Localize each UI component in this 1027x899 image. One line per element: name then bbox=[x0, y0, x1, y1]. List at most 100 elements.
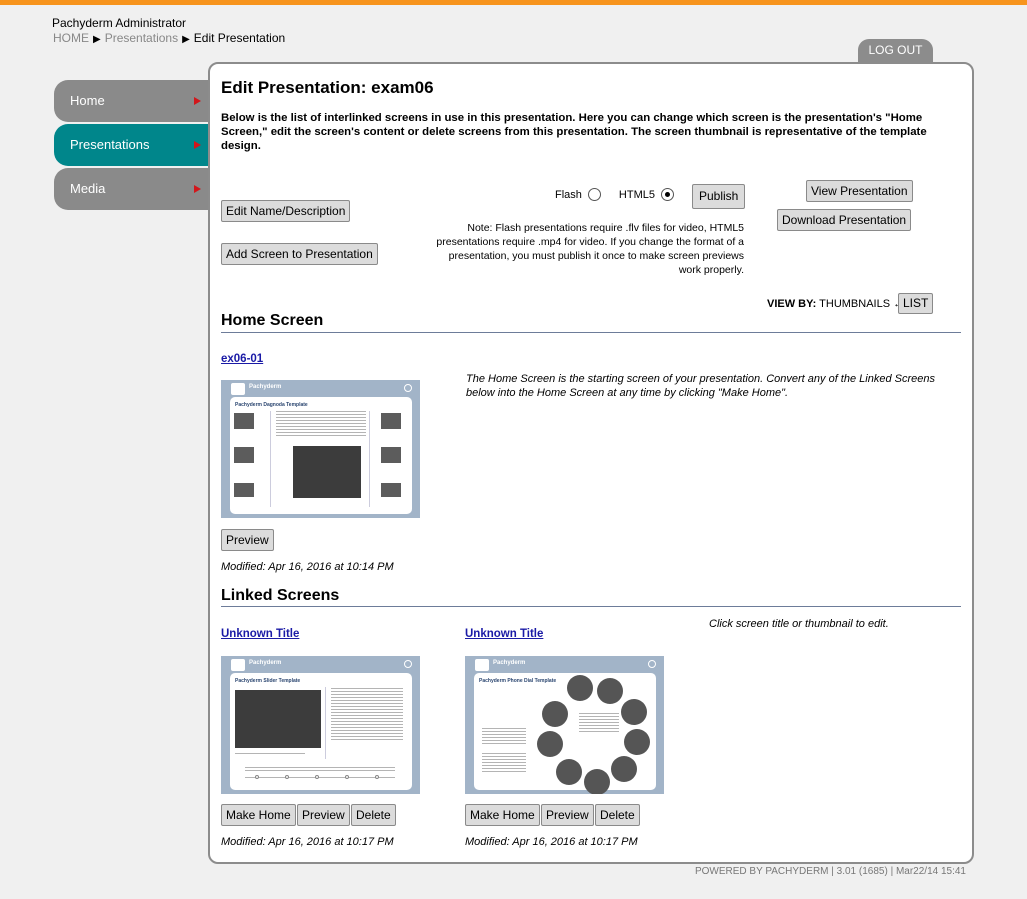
view-by-current: THUMBNAILS bbox=[819, 298, 891, 310]
linked-screen-thumbnail[interactable]: Pachyderm Pachyderm Phone Dial Template bbox=[465, 656, 664, 794]
slider-dot bbox=[375, 775, 379, 779]
thumbnail-image bbox=[381, 483, 401, 497]
divider bbox=[221, 332, 961, 333]
preview-button[interactable]: Preview bbox=[541, 804, 594, 826]
breadcrumb-current: Edit Presentation bbox=[193, 31, 286, 45]
download-presentation-button[interactable]: Download Presentation bbox=[777, 209, 912, 231]
thumbnail-card: Pachyderm Slider Template bbox=[230, 673, 412, 790]
html5-label: HTML5 bbox=[618, 188, 655, 201]
dial-image bbox=[621, 699, 647, 725]
view-by-toggle: VIEW BY: THUMBNAILS ↔ bbox=[767, 298, 904, 310]
view-by-label: VIEW BY: bbox=[767, 298, 817, 310]
thumbnail-image bbox=[234, 447, 254, 463]
sidebar-item-media[interactable]: Media bbox=[54, 168, 210, 210]
delete-button[interactable]: Delete bbox=[595, 804, 640, 826]
linked-screen-thumbnail[interactable]: Pachyderm Pachyderm Slider Template bbox=[221, 656, 420, 794]
thumbnail-divider bbox=[325, 687, 326, 759]
settings-icon bbox=[648, 660, 656, 668]
home-screen-thumbnail[interactable]: Pachyderm Pachyderm Dagnoda Template bbox=[221, 380, 420, 518]
publish-button[interactable]: Publish bbox=[692, 184, 746, 209]
home-screen-title-link[interactable]: ex06-01 bbox=[221, 353, 263, 365]
linked-screen-title-link[interactable]: Unknown Title bbox=[221, 628, 299, 640]
divider bbox=[221, 606, 961, 607]
slider-dot bbox=[345, 775, 349, 779]
thumbnail-text bbox=[482, 753, 526, 773]
sidebar-item-label: Presentations bbox=[70, 137, 150, 152]
dial-image bbox=[556, 759, 582, 785]
main-panel: Edit Presentation: exam06 Below is the l… bbox=[208, 62, 974, 864]
app-title: Pachyderm Administrator bbox=[52, 16, 187, 30]
thumbnail-image bbox=[235, 690, 321, 748]
home-screen-description: The Home Screen is the starting screen o… bbox=[466, 373, 935, 399]
home-modified-date: Modified: Apr 16, 2016 at 10:14 PM bbox=[221, 561, 394, 573]
thumbnail-text bbox=[579, 713, 619, 733]
arrow-right-icon bbox=[194, 141, 201, 149]
make-home-button[interactable]: Make Home bbox=[221, 804, 296, 826]
dial-image bbox=[537, 731, 563, 757]
thumbnail-template-name: Pachyderm Phone Dial Template bbox=[479, 678, 557, 684]
top-accent-bar bbox=[0, 0, 1027, 5]
delete-button[interactable]: Delete bbox=[351, 804, 396, 826]
dial-image bbox=[611, 756, 637, 782]
linked-screens-heading: Linked Screens bbox=[221, 587, 340, 604]
breadcrumb: HOME ▶ Presentations ▶ Edit Presentation bbox=[53, 31, 285, 45]
slider-dot bbox=[315, 775, 319, 779]
thumbnail-slider-track bbox=[245, 777, 395, 778]
thumbnail-text bbox=[331, 688, 403, 742]
arrow-right-icon bbox=[194, 97, 201, 105]
thumbnail-image bbox=[381, 447, 401, 463]
format-selector: Flash HTML5 bbox=[555, 188, 674, 201]
thumbnail-text bbox=[482, 728, 526, 744]
thumbnail-text bbox=[276, 411, 366, 437]
preview-button[interactable]: Preview bbox=[297, 804, 350, 826]
sidebar-item-label: Home bbox=[70, 93, 105, 108]
thumbnail-divider bbox=[270, 411, 271, 507]
breadcrumb-home-link[interactable]: HOME bbox=[53, 31, 89, 45]
format-note: Note: Flash presentations require .flv f… bbox=[436, 222, 744, 276]
linked-screen-modified-date: Modified: Apr 16, 2016 at 10:17 PM bbox=[465, 836, 638, 848]
thumbnail-brand: Pachyderm bbox=[249, 660, 282, 666]
sidebar-item-presentations[interactable]: Presentations bbox=[54, 124, 210, 166]
html5-radio[interactable] bbox=[660, 188, 674, 201]
slider-dot bbox=[255, 775, 259, 779]
view-presentation-button[interactable]: View Presentation bbox=[806, 180, 913, 202]
linked-screen-modified-date: Modified: Apr 16, 2016 at 10:17 PM bbox=[221, 836, 394, 848]
home-screen-heading: Home Screen bbox=[221, 312, 324, 329]
pachyderm-logo-icon bbox=[475, 659, 489, 671]
make-home-button[interactable]: Make Home bbox=[465, 804, 540, 826]
dial-image bbox=[542, 701, 568, 727]
flash-label: Flash bbox=[555, 188, 582, 201]
thumbnail-divider bbox=[369, 411, 370, 507]
breadcrumb-arrow-icon: ▶ bbox=[182, 34, 190, 45]
flash-radio[interactable] bbox=[587, 188, 601, 201]
sidebar-item-home[interactable]: Home bbox=[54, 80, 210, 122]
pachyderm-logo-icon bbox=[231, 659, 245, 671]
view-list-button[interactable]: LIST bbox=[898, 293, 934, 314]
add-screen-button[interactable]: Add Screen to Presentation bbox=[221, 243, 378, 265]
thumbnail-template-name: Pachyderm Slider Template bbox=[235, 678, 301, 684]
thumbnail-card: Pachyderm Phone Dial Template bbox=[474, 673, 656, 794]
thumbnail-template-name: Pachyderm Dagnoda Template bbox=[235, 402, 308, 408]
thumbnail-card: Pachyderm Dagnoda Template bbox=[230, 397, 412, 514]
dial-image bbox=[567, 675, 593, 701]
thumbnail-brand: Pachyderm bbox=[493, 660, 526, 666]
thumbnail-image bbox=[234, 413, 254, 429]
sidebar-item-label: Media bbox=[70, 181, 106, 196]
thumbnail-image bbox=[293, 446, 361, 498]
settings-icon bbox=[404, 660, 412, 668]
intro-text: Below is the list of interlinked screens… bbox=[221, 112, 927, 152]
logout-button[interactable]: LOG OUT bbox=[858, 39, 933, 64]
edit-name-description-button[interactable]: Edit Name/Description bbox=[221, 200, 351, 222]
home-preview-button[interactable]: Preview bbox=[221, 529, 274, 551]
page-title: Edit Presentation: exam06 bbox=[221, 78, 434, 97]
thumbnail-image bbox=[381, 413, 401, 429]
thumbnail-caption bbox=[235, 753, 305, 756]
dial-image bbox=[624, 729, 650, 755]
breadcrumb-presentations-link[interactable]: Presentations bbox=[105, 31, 178, 45]
dial-image bbox=[597, 678, 623, 704]
thumbnail-brand: Pachyderm bbox=[249, 384, 282, 390]
thumbnail-slider-labels bbox=[245, 767, 395, 771]
arrow-right-icon bbox=[194, 185, 201, 193]
linked-screen-title-link[interactable]: Unknown Title bbox=[465, 628, 543, 640]
slider-dot bbox=[285, 775, 289, 779]
